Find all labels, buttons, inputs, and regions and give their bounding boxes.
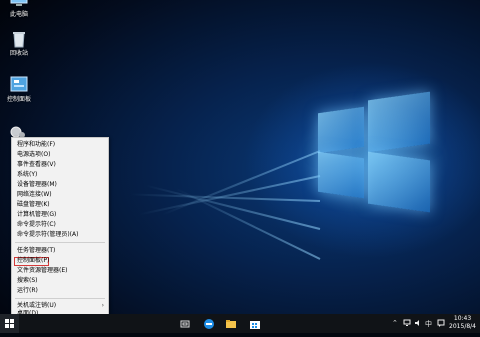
store-button[interactable] bbox=[246, 314, 264, 333]
control-panel-icon bbox=[9, 76, 29, 94]
chevron-up-icon[interactable]: ⌃ bbox=[392, 319, 398, 327]
windows-start-icon bbox=[5, 319, 14, 328]
desktop-icon-this-pc[interactable]: 此电脑 bbox=[0, 0, 38, 18]
start-button[interactable] bbox=[0, 314, 19, 333]
winx-context-menu: 程序和功能(F) 电源选项(O) 事件查看器(V) 系统(Y) 设备管理器(M)… bbox=[11, 137, 109, 317]
desktop-icon-label: 回收站 bbox=[9, 50, 28, 57]
menu-item-programs-features[interactable]: 程序和功能(F) bbox=[17, 141, 55, 149]
store-icon bbox=[250, 320, 260, 329]
menu-separator bbox=[15, 298, 105, 299]
ime-indicator[interactable]: 中 bbox=[425, 319, 432, 329]
clock-time: 10:43 bbox=[453, 315, 472, 322]
file-explorer-icon bbox=[226, 319, 236, 328]
menu-item-run[interactable]: 运行(R) bbox=[17, 287, 38, 295]
desktop-icon-control-panel[interactable]: 控制面板 bbox=[0, 76, 38, 103]
menu-item-event-viewer[interactable]: 事件查看器(V) bbox=[17, 161, 56, 169]
desktop-icon-label: 此电脑 bbox=[9, 11, 28, 18]
menu-item-device-manager[interactable]: 设备管理器(M) bbox=[17, 181, 57, 189]
windows-logo-pane bbox=[318, 106, 364, 154]
task-view-icon bbox=[180, 320, 190, 327]
windows-logo-pane bbox=[368, 151, 430, 213]
menu-separator bbox=[15, 242, 105, 243]
notification-icon[interactable] bbox=[437, 319, 445, 329]
task-view-button[interactable] bbox=[176, 314, 194, 333]
desktop-icon-recycle-bin[interactable]: 回收站 bbox=[0, 30, 38, 57]
windows-logo-pane bbox=[318, 151, 364, 199]
volume-icon[interactable] bbox=[414, 319, 422, 329]
edge-icon bbox=[204, 318, 214, 329]
menu-item-disk-management[interactable]: 磁盘管理(K) bbox=[17, 201, 50, 209]
clock-date: 2015/8/4 bbox=[449, 323, 476, 330]
menu-item-computer-management[interactable]: 计算机管理(G) bbox=[17, 211, 56, 219]
menu-item-power-options[interactable]: 电源选项(O) bbox=[17, 151, 50, 159]
menu-item-search[interactable]: 搜索(S) bbox=[17, 277, 38, 285]
menu-item-command-prompt[interactable]: 命令提示符(C) bbox=[17, 221, 56, 229]
menu-item-shutdown-signout[interactable]: 关机或注销(U) bbox=[17, 302, 56, 310]
menu-item-file-explorer[interactable]: 文件资源管理器(E) bbox=[17, 267, 67, 275]
recycle-bin-icon bbox=[9, 30, 29, 48]
menu-item-task-manager[interactable]: 任务管理器(T) bbox=[17, 247, 55, 255]
computer-icon bbox=[9, 0, 29, 9]
menu-item-network-connections[interactable]: 网络连接(W) bbox=[17, 191, 52, 199]
gear-icon[interactable] bbox=[9, 124, 27, 138]
desktop-icon-label: 控制面板 bbox=[6, 96, 31, 103]
file-explorer-button[interactable] bbox=[222, 314, 240, 333]
taskbar: ⌃ 中 10:43 2015/8/4 bbox=[0, 314, 480, 333]
system-clock[interactable]: 10:43 2015/8/4 bbox=[449, 315, 476, 331]
menu-item-command-prompt-admin[interactable]: 命令提示符(管理员)(A) bbox=[17, 231, 78, 239]
chevron-right-icon: › bbox=[101, 302, 104, 309]
wallpaper-light-ray bbox=[162, 150, 321, 216]
network-icon[interactable] bbox=[403, 319, 411, 329]
menu-item-system[interactable]: 系统(Y) bbox=[17, 171, 37, 179]
edge-button[interactable] bbox=[200, 314, 218, 333]
menu-item-control-panel[interactable]: 控制面板(P) bbox=[17, 257, 49, 265]
windows-logo-pane bbox=[368, 91, 430, 153]
